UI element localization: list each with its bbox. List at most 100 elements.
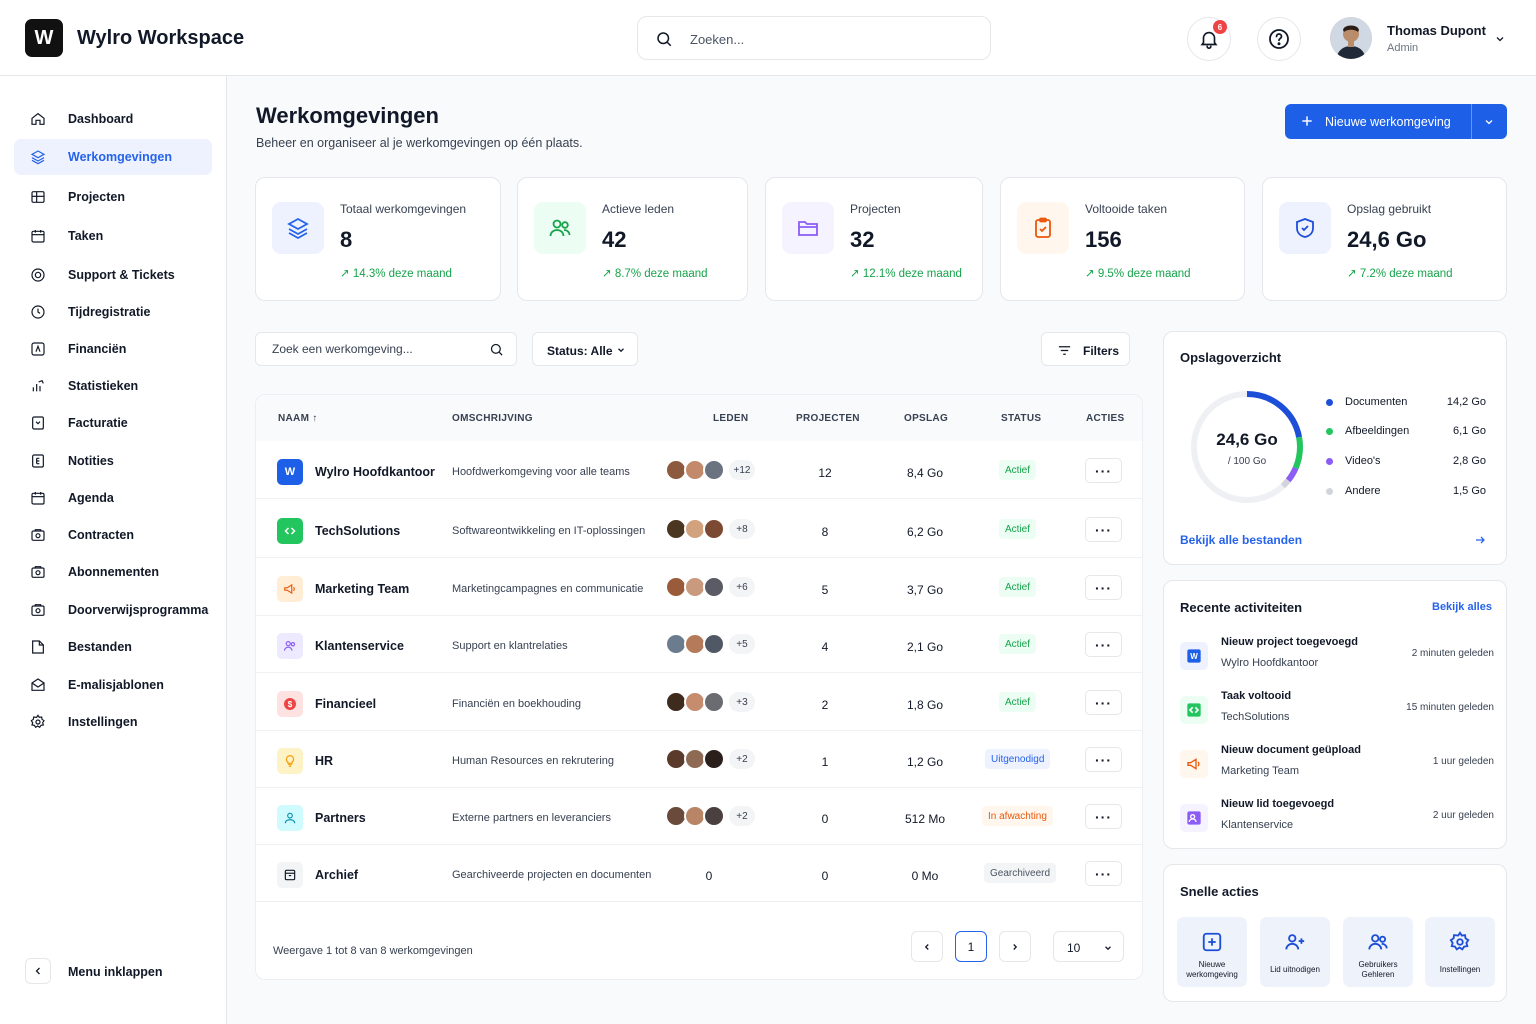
page-size-select[interactable]: 10 <box>1053 931 1124 962</box>
quick-actions-title: Snelle acties <box>1180 884 1259 899</box>
member-avatars: +2 <box>665 748 765 772</box>
app-logo[interactable]: W <box>25 19 63 57</box>
table-row[interactable]: Archief Gearchiveerde projecten en docum… <box>256 845 1142 902</box>
sidebar-item-tijdregistratie[interactable]: Tijdregistratie <box>14 294 212 330</box>
row-actions-button[interactable]: ··· <box>1085 632 1122 657</box>
activity-item[interactable]: Taak voltooid TechSolutions 15 minuten g… <box>1180 690 1500 730</box>
sidebar-item-contracten[interactable]: Contracten <box>14 517 212 553</box>
filter-icon <box>1057 343 1072 358</box>
row-actions-button[interactable]: ··· <box>1085 861 1122 886</box>
status-badge: Uitgenodigd <box>985 749 1051 769</box>
layers-icon <box>272 202 324 254</box>
partners-icon <box>277 805 303 831</box>
notes-icon <box>30 453 46 469</box>
chevron-down-icon[interactable] <box>1483 116 1495 128</box>
table-row[interactable]: Partners Externe partners en leverancier… <box>256 788 1142 845</box>
button-divider <box>1471 104 1472 139</box>
code-icon <box>277 518 303 544</box>
stat-card-storage: Opslag gebruikt 24,6 Go ↗ 7.2% deze maan… <box>1262 177 1507 301</box>
storage-overview-panel: Opslagoverzicht 24,6 Go / 100 Go Documen… <box>1163 331 1507 565</box>
previous-page-button[interactable] <box>911 931 943 962</box>
sidebar-item-emailsjablonen[interactable]: E-malisjablonen <box>14 667 212 703</box>
notifications-button[interactable]: 6 <box>1187 17 1231 61</box>
view-all-activities-link[interactable]: Bekijk alles <box>1432 601 1492 613</box>
quick-action-manage-users[interactable]: Gebruikers Gehleren <box>1343 917 1413 987</box>
sidebar-item-facturatie[interactable]: Facturatie <box>14 405 212 441</box>
member-avatars: +3 <box>665 691 765 715</box>
row-actions-button[interactable]: ··· <box>1085 517 1122 542</box>
sidebar-item-doorverwijsprogramma[interactable]: Doorverwijsprogramma <box>14 592 212 628</box>
new-workspace-button[interactable]: Nieuwe werkomgeving <box>1285 104 1507 139</box>
stat-card-workspaces: Totaal werkomgevingen 8 ↗ 14.3% deze maa… <box>255 177 501 301</box>
next-page-button[interactable] <box>999 931 1031 962</box>
sidebar-item-instellingen[interactable]: Instellingen <box>14 704 212 740</box>
page-title: Werkomgevingen <box>256 103 439 128</box>
shield-check-icon <box>1279 202 1331 254</box>
global-search-input[interactable] <box>690 28 970 50</box>
sidebar-item-notities[interactable]: Notities <box>14 443 212 479</box>
quick-action-invite-member[interactable]: Lid uitnodigen <box>1260 917 1330 987</box>
sidebar-item-financien[interactable]: Financiën <box>14 331 212 367</box>
table-row[interactable]: TechSolutions Softwareontwikkeling en IT… <box>256 501 1142 558</box>
row-actions-button[interactable]: ··· <box>1085 690 1122 715</box>
sidebar-item-agenda[interactable]: Agenda <box>14 480 212 516</box>
dollar-icon: $ <box>277 691 303 717</box>
legend-item-videos: Video's 2,8 Go <box>1326 455 1486 469</box>
global-search[interactable] <box>637 16 991 60</box>
member-avatars: +12 <box>665 459 765 483</box>
sidebar-item-abonnementen[interactable]: Abonnementen <box>14 554 212 590</box>
row-actions-button[interactable]: ··· <box>1085 804 1122 829</box>
arrow-right-icon[interactable] <box>1474 534 1486 546</box>
workspace-logo-icon: W <box>277 459 303 485</box>
table-row[interactable]: HR Human Resources en rekrutering +2 1 1… <box>256 731 1142 788</box>
more-members-count: +2 <box>729 749 755 769</box>
row-actions-button[interactable]: ··· <box>1085 575 1122 600</box>
chart-icon <box>30 378 46 394</box>
view-all-files-link[interactable]: Bekijk alle bestanden <box>1180 533 1302 547</box>
activity-item[interactable]: Nieuw document geüpload Marketing Team 1… <box>1180 744 1500 784</box>
activity-item[interactable]: Nieuw lid toegevoegd Klantenservice 2 uu… <box>1180 798 1500 838</box>
workspaces-table-card: Status: Alle Filters NAAM ↑ OMSCHRIJVING… <box>255 332 1143 980</box>
status-filter-dropdown[interactable]: Status: Alle <box>532 332 638 366</box>
column-header-projects: PROJECTEN <box>796 413 860 424</box>
sidebar-item-bestanden[interactable]: Bestanden <box>14 629 212 665</box>
table-row[interactable]: Marketing Team Marketingcampagnes en com… <box>256 559 1142 616</box>
help-button[interactable] <box>1257 17 1301 61</box>
column-header-name[interactable]: NAAM ↑ <box>278 413 318 424</box>
sidebar-item-taken[interactable]: Taken <box>14 218 212 254</box>
storage-donut-chart: 24,6 Go / 100 Go <box>1191 391 1303 503</box>
table-row[interactable]: Klantenservice Support en klantrelaties … <box>256 616 1142 673</box>
sidebar-item-statistieken[interactable]: Statistieken <box>14 368 212 404</box>
page-button-1[interactable]: 1 <box>955 931 987 962</box>
legend-item-documents: Documenten 14,2 Go <box>1326 396 1486 410</box>
page-subtitle: Beheer en organiseer al je werkomgevinge… <box>256 136 583 150</box>
grid-icon <box>30 189 46 205</box>
table-row[interactable]: $ Financieel Financiën en boekhouding +3… <box>256 674 1142 731</box>
status-badge: In afwachting <box>982 806 1053 826</box>
svg-text:$: $ <box>288 700 293 709</box>
sidebar-item-dashboard[interactable]: Dashboard <box>14 101 212 137</box>
row-actions-button[interactable]: ··· <box>1085 747 1122 772</box>
workspace-search[interactable] <box>255 332 517 366</box>
activity-item[interactable]: W Nieuw project toegevoegd Wylro Hoofdka… <box>1180 636 1500 676</box>
table-row[interactable]: W Wylro Hoofdkantoor Hoofdwerkomgeving v… <box>256 442 1142 499</box>
legend-dot <box>1326 399 1333 406</box>
sidebar-item-projecten[interactable]: Projecten <box>14 179 212 215</box>
user-menu[interactable]: Thomas Dupont Admin <box>1330 17 1520 61</box>
workspace-search-input[interactable] <box>272 342 472 356</box>
sidebar-item-werkomgevingen[interactable]: Werkomgevingen <box>14 139 212 175</box>
members-count: 0 <box>705 869 713 883</box>
legend-dot <box>1326 428 1333 435</box>
chevron-down-icon <box>1103 943 1113 953</box>
quick-action-new-workspace[interactable]: Nieuwe werkomgeving <box>1177 917 1247 987</box>
megaphone-icon <box>277 576 303 602</box>
subscription-icon <box>30 564 46 580</box>
column-header-storage: OPSLAG <box>904 413 949 424</box>
row-actions-button[interactable]: ··· <box>1085 458 1122 483</box>
quick-action-settings[interactable]: Instellingen <box>1425 917 1495 987</box>
collapse-menu-button[interactable]: Menu inklappen <box>14 956 212 992</box>
filters-button[interactable]: Filters <box>1041 332 1130 366</box>
users-icon <box>1367 931 1389 953</box>
sidebar-item-support[interactable]: Support & Tickets <box>14 257 212 293</box>
legend-item-images: Afbeeldingen 6,1 Go <box>1326 425 1486 439</box>
